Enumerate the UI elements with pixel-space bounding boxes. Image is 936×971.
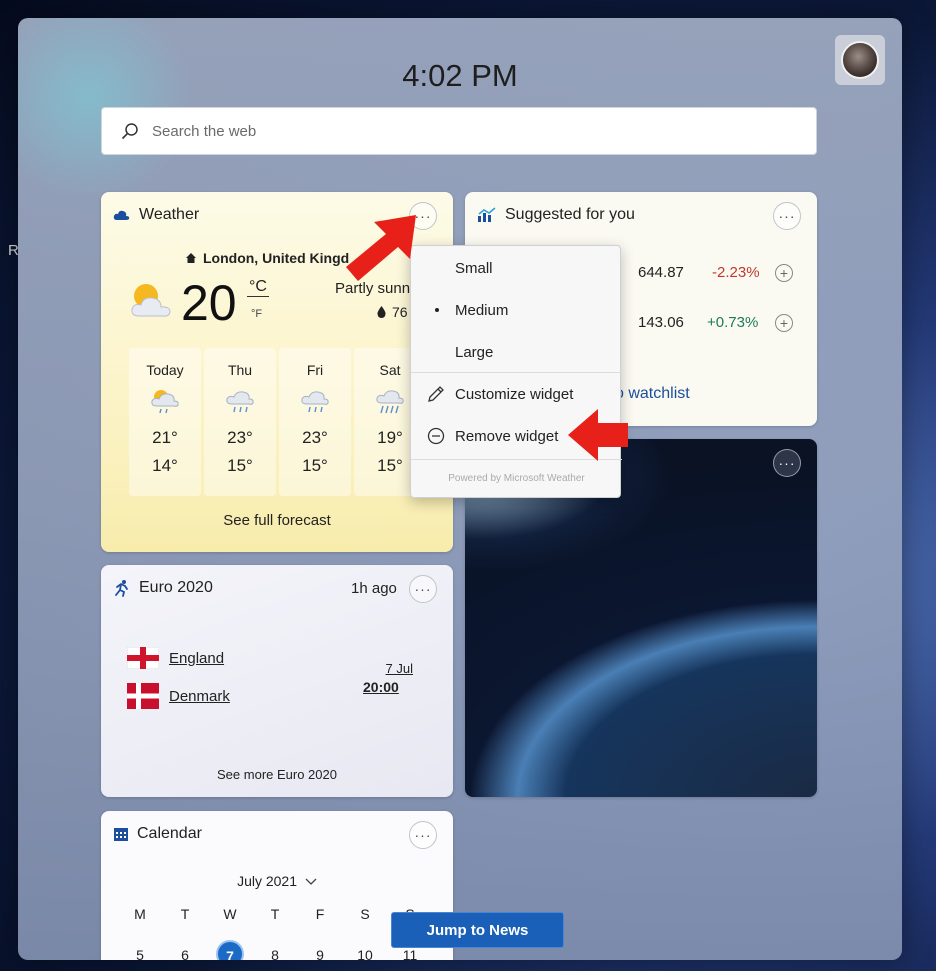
team-name[interactable]: Denmark: [169, 688, 230, 705]
menu-item-small[interactable]: Small: [411, 248, 622, 288]
see-more-euro-link[interactable]: See more Euro 2020: [101, 767, 453, 782]
calendar-day[interactable]: 10: [353, 947, 377, 960]
search-box[interactable]: Search the web: [101, 107, 817, 155]
suggested-header: Suggested for you: [477, 206, 635, 224]
clock-time: 4:02 PM: [402, 58, 518, 93]
weekday-label: W: [223, 906, 237, 922]
forecast-day-label: Fri: [306, 362, 324, 378]
denmark-flag-icon: [127, 683, 159, 709]
red-arrow-pointer-icon: [568, 409, 628, 461]
calendar-icon: [114, 828, 128, 841]
calendar-day[interactable]: 6: [173, 947, 197, 960]
team-row[interactable]: England: [127, 647, 224, 669]
calendar-day[interactable]: 5: [128, 947, 152, 960]
see-full-forecast-link[interactable]: See full forecast: [101, 512, 453, 529]
forecast-low: 15°: [302, 456, 328, 475]
red-arrow-pointer-icon: [346, 215, 416, 281]
calendar-day-today[interactable]: 7: [216, 940, 244, 960]
stock-value: 143.06: [638, 314, 684, 331]
calendar-more-button[interactable]: ···: [409, 821, 437, 849]
forecast-day[interactable]: Thu 23° 15°: [204, 348, 276, 496]
menu-item-label: Small: [455, 259, 493, 277]
pencil-icon: [428, 386, 444, 402]
minus-circle-icon: [427, 427, 445, 445]
cloud-heavy-rain-icon: [376, 390, 404, 414]
suggested-more-button[interactable]: ···: [773, 202, 801, 230]
menu-item-large[interactable]: Large: [411, 332, 622, 372]
cloud-rain-icon: [226, 391, 254, 413]
unit-fahrenheit[interactable]: °F: [251, 308, 262, 320]
forecast-high: 21°: [152, 428, 178, 447]
stock-value: 644.87: [638, 264, 684, 281]
forecast-high: 23°: [227, 428, 253, 447]
powered-by-text: Powered by Microsoft Weather: [448, 473, 585, 484]
add-stock-button[interactable]: +: [775, 264, 793, 282]
raindrop-icon: [377, 306, 386, 318]
unit-celsius[interactable]: °C: [247, 278, 269, 297]
running-figure-icon: [115, 580, 128, 597]
weekday-label: F: [315, 906, 325, 922]
stock-change: +0.73%: [707, 314, 759, 331]
team-row[interactable]: Denmark: [127, 683, 230, 709]
month-label: July 2021: [237, 873, 298, 889]
current-temperature: 20: [181, 275, 237, 331]
menu-divider: [411, 372, 622, 373]
watchlist-link[interactable]: o watchlist: [615, 385, 690, 403]
calendar-day[interactable]: 9: [308, 947, 332, 960]
weather-title: Weather: [139, 206, 200, 223]
location-label: London, United Kingd: [203, 250, 350, 266]
forecast-day[interactable]: Today 21° 14°: [129, 348, 201, 496]
weekday-label: M: [134, 906, 146, 922]
time-ago: 1h ago: [351, 580, 397, 597]
weekday-label: T: [270, 906, 280, 922]
match-time[interactable]: 20:00: [363, 679, 399, 695]
humidity: 76: [377, 304, 408, 320]
calendar-day[interactable]: 8: [263, 947, 287, 960]
euro-header: Euro 2020: [113, 579, 213, 597]
humidity-value: 76: [392, 304, 408, 320]
weekday-label: S: [360, 906, 370, 922]
menu-item-label: Remove widget: [455, 427, 559, 445]
partly-sunny-icon: [131, 284, 171, 317]
cloud-rain-icon: [301, 391, 329, 413]
forecast-day-label: Thu: [227, 362, 253, 378]
home-icon: [186, 253, 196, 263]
weekday-label: T: [180, 906, 190, 922]
calendar-title: Calendar: [137, 825, 202, 842]
add-stock-button[interactable]: +: [775, 314, 793, 332]
euro-title: Euro 2020: [139, 579, 213, 596]
forecast-high: 23°: [302, 428, 328, 447]
match-date[interactable]: 7 Jul: [373, 661, 413, 676]
suggested-title: Suggested for you: [505, 206, 635, 223]
calendar-header: Calendar: [113, 825, 202, 843]
cloud-sun-rain-icon: [151, 390, 179, 414]
forecast-day-label: Today: [146, 362, 184, 378]
photo-more-button[interactable]: ···: [773, 449, 801, 477]
stock-chart-icon: [478, 207, 496, 222]
forecast-day[interactable]: Fri 23° 15°: [279, 348, 351, 496]
chevron-down-icon: [305, 878, 317, 885]
month-selector[interactable]: July 2021: [101, 873, 453, 889]
menu-item-label: Medium: [455, 301, 509, 319]
menu-item-label: Customize widget: [455, 385, 574, 403]
england-flag-icon: [127, 647, 159, 669]
jump-to-news-button[interactable]: Jump to News: [391, 912, 564, 948]
search-icon: [121, 123, 138, 140]
forecast-low: 14°: [152, 456, 178, 475]
menu-item-label: Large: [455, 343, 494, 361]
euro-widget[interactable]: Euro 2020 1h ago ··· England Denmark 7 J…: [101, 565, 453, 797]
selected-bullet-icon: [435, 308, 439, 312]
calendar-day[interactable]: 11: [398, 947, 422, 960]
widgets-board: 4:02 PM Search the web Weather ··· Londo…: [18, 18, 902, 960]
weather-header: Weather: [113, 206, 199, 224]
team-name[interactable]: England: [169, 650, 224, 667]
menu-item-medium[interactable]: Medium: [411, 290, 622, 330]
weather-cloud-icon: [113, 210, 130, 220]
euro-more-button[interactable]: ···: [409, 575, 437, 603]
weather-location[interactable]: London, United Kingd: [185, 250, 349, 266]
stock-change: -2.23%: [712, 264, 760, 281]
forecast-low: 15°: [227, 456, 253, 475]
search-input[interactable]: Search the web: [152, 123, 256, 140]
